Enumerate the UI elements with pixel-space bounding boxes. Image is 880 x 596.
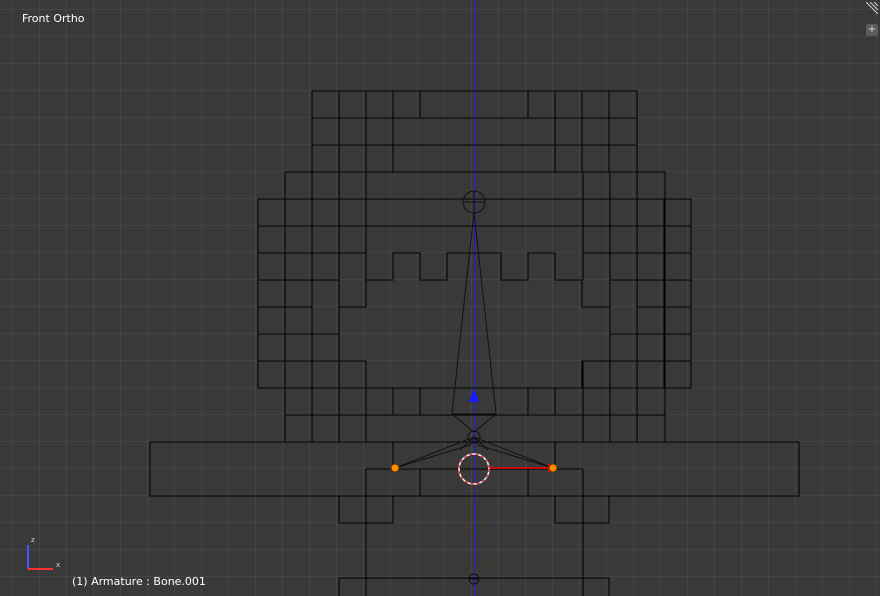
add-panel-button[interactable]: + (866, 24, 878, 36)
gizmo-x-label: x (56, 561, 60, 569)
corner-split-handle[interactable] (866, 2, 878, 14)
right-joint[interactable] (548, 463, 558, 473)
z-arrow (469, 388, 479, 402)
axis-gizmo: z x (27, 536, 60, 570)
left-joint[interactable] (390, 463, 400, 473)
3d-viewport[interactable]: z x Front Ortho (1) Armature : Bone.001 … (0, 0, 880, 596)
scene-canvas[interactable]: z x (0, 0, 880, 596)
gizmo-z-label: z (31, 536, 35, 544)
active-object-label: (1) Armature : Bone.001 (72, 575, 206, 588)
view-name-label: Front Ortho (22, 12, 85, 25)
